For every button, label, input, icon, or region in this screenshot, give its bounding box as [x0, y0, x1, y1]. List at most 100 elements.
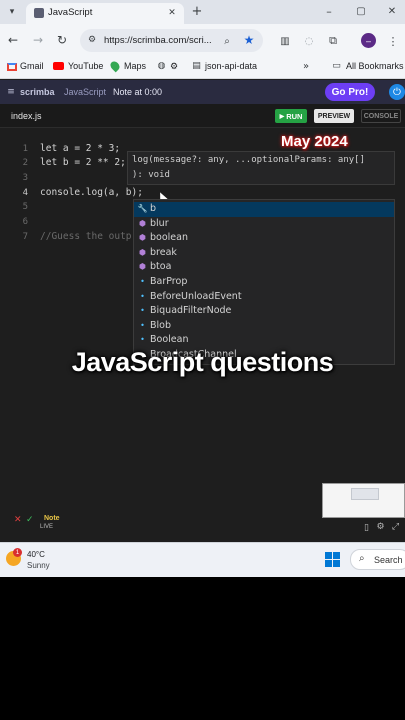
signature-hint: log(message?: any, ...optionalParams: an… [127, 151, 395, 185]
go-pro-label: Go Pro! [331, 86, 369, 98]
line-number: 2 [22, 158, 28, 168]
windows-start-icon[interactable] [325, 552, 340, 567]
date-badge: May 2024 [281, 133, 348, 150]
weather-alert-badge: 1 [13, 548, 22, 557]
tab-favicon [34, 8, 44, 18]
suggestion-item[interactable]: ⬢ boolean [134, 231, 394, 246]
line-number: 7 [22, 232, 28, 242]
suggestion-item[interactable]: ⬢ break [134, 246, 394, 261]
console-label: CONSOLE [363, 112, 399, 120]
note-label[interactable]: Note [44, 515, 60, 522]
signature-line-1: log(message?: any, ...optionalParams: an… [132, 155, 365, 165]
console-button[interactable]: CONSOLE [361, 109, 401, 123]
dots-icon: • [140, 277, 145, 286]
suggestion-text: BarProp [150, 276, 188, 287]
maximize-icon[interactable]: ▢ [354, 4, 368, 18]
win-pane [325, 560, 332, 567]
suggestion-item[interactable]: ⬢ blur [134, 217, 394, 232]
video-title-overlay: JavaScript questions [71, 347, 334, 377]
win-pane [333, 552, 340, 559]
dots-icon: • [140, 291, 145, 301]
address-url: https://scrimba.com/scri... [104, 35, 212, 46]
weather-temp[interactable]: 40°C [27, 550, 45, 559]
reading-list-icon[interactable]: ▥ [278, 34, 292, 48]
extensions-puzzle-icon[interactable]: ⧉ [326, 34, 340, 48]
line-number: 1 [22, 144, 28, 154]
menu-kebab-icon[interactable]: ⋮ [387, 34, 399, 48]
suggestion-text: btoa [150, 261, 172, 273]
suggestion-text: BeforeUnloadEvent [150, 290, 242, 302]
suggestion-text: blur [150, 217, 169, 229]
reload-icon[interactable]: ↻ [54, 32, 70, 48]
suggestion-item[interactable]: • Boolean [134, 333, 394, 348]
autocomplete-list: 🔧 b ⬢ blur ⬢ boolean ⬢ break ⬢ btoa • BarProp • Befor… [133, 199, 395, 365]
tab-search-icon[interactable]: ▾ [4, 5, 20, 19]
live-label: LIVE [40, 524, 54, 530]
tab-strip: ▾ JavaScript ✕ + – ▢ ✕ [0, 0, 405, 24]
code-line-7-comment[interactable]: //Guess the outp [40, 231, 132, 242]
bookmark-youtube[interactable]: YouTube [68, 61, 103, 71]
run-label: RUN [286, 111, 303, 121]
back-icon[interactable]: ← [5, 32, 21, 48]
tab-close-icon[interactable]: ✕ [166, 6, 178, 19]
check-icon[interactable]: ✓ [26, 514, 34, 525]
settings-gear-icon[interactable]: ⚙ [375, 521, 386, 532]
dots-icon: • [140, 306, 145, 316]
run-button[interactable]: ▶ RUN [275, 109, 307, 123]
minimize-icon[interactable]: – [322, 4, 336, 18]
browser-tab[interactable]: JavaScript ✕ [26, 3, 184, 24]
suggestion-item[interactable]: • BiquadFilterNode [134, 304, 394, 319]
all-bookmarks-link[interactable]: All Bookmarks [346, 61, 404, 71]
wrench-icon: 🔧 [137, 204, 148, 213]
suggestion-item[interactable]: • BeforeUnloadEvent [134, 290, 394, 305]
extension-icon[interactable]: ◌ [302, 34, 316, 48]
play-icon: ▶ [279, 113, 285, 120]
scrimba-logo[interactable]: scrimba [20, 87, 55, 97]
line-number: 6 [22, 217, 28, 227]
bookmark-json-api-data[interactable]: json-api-data [205, 61, 257, 71]
screen: ▾ JavaScript ✕ + – ▢ ✕ ← → ↻ ⚙ https://s… [0, 0, 405, 577]
power-icon[interactable]: ⏻ [389, 84, 405, 100]
file-tab[interactable]: index.js [11, 111, 42, 121]
note-timestamp: Note at 0:00 [113, 87, 163, 97]
preview-button[interactable]: PREVIEW [314, 109, 354, 123]
youtube-icon [53, 62, 64, 70]
close-x-icon[interactable]: ✕ [14, 514, 22, 525]
code-line-2[interactable]: let b = 2 ** 2; [40, 157, 126, 168]
site-info-icon[interactable]: ⚙ [86, 34, 98, 46]
suggestion-item[interactable]: ⬢ btoa [134, 260, 394, 275]
scrimba-logo-icon: ≡ [7, 87, 15, 97]
suggestion-text: BiquadFilterNode [150, 305, 232, 317]
bookmark-icon[interactable]: ▯ [361, 522, 372, 533]
badge-count: 1 [15, 549, 20, 556]
zoom-icon[interactable]: ⌕ [220, 34, 234, 48]
weather-desc[interactable]: Sunny [27, 561, 50, 570]
close-window-icon[interactable]: ✕ [385, 4, 399, 18]
code-line-4[interactable]: console.log(a, b); [40, 187, 143, 198]
bookmark-maps[interactable]: Maps [124, 61, 146, 71]
win-pane [325, 552, 332, 559]
suggestion-item[interactable]: • Blob [134, 319, 394, 334]
new-tab-icon[interactable]: + [190, 4, 204, 19]
profile-avatar[interactable]: – [361, 33, 376, 48]
address-bar[interactable]: ⚙ https://scrimba.com/scri... [80, 29, 263, 52]
course-crumb[interactable]: JavaScript [64, 87, 106, 97]
suggestion-text: b [150, 203, 157, 214]
tab-title: JavaScript [48, 7, 93, 18]
preview-label: PREVIEW [317, 112, 351, 120]
go-pro-button[interactable]: Go Pro! [325, 83, 375, 101]
dots-icon: • [140, 320, 145, 330]
bookmark-gmail[interactable]: Gmail [20, 61, 44, 71]
bookmark-star-icon[interactable]: ★ [242, 33, 256, 47]
suggestion-item[interactable]: 🔧 b [134, 202, 394, 217]
folder-icon: ▤ [192, 60, 201, 71]
forward-icon[interactable]: → [30, 32, 46, 48]
code-line-1[interactable]: let a = 2 * 3; [40, 143, 120, 154]
cube-icon: ⬢ [139, 233, 146, 243]
fullscreen-icon[interactable]: ⤢ [390, 521, 401, 532]
line-number: 3 [22, 173, 28, 183]
more-bookmarks-icon[interactable]: » [300, 60, 312, 72]
suggestion-item[interactable]: • BarProp [134, 275, 394, 290]
taskbar-search-box[interactable]: ⌕ Search [350, 549, 405, 570]
bookmark-unnamed[interactable]: ⚙ [170, 61, 178, 72]
